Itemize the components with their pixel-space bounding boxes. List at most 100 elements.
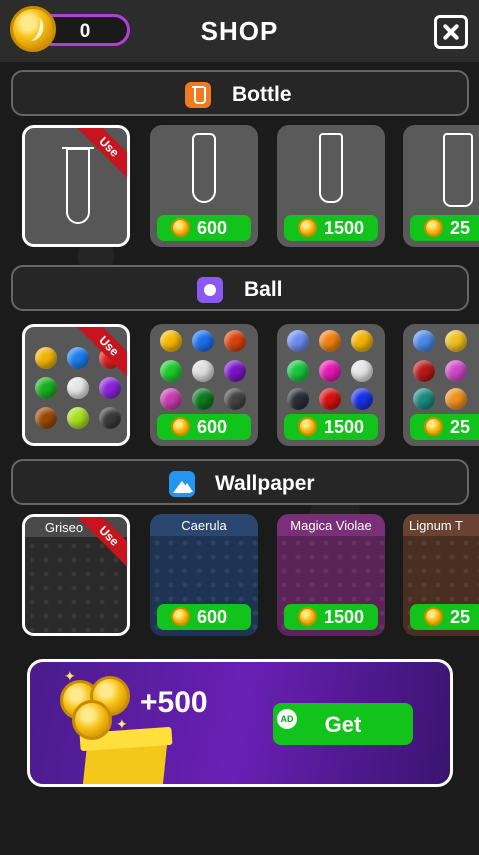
price-button[interactable]: 25 [410, 215, 479, 241]
bonus-amount: +500 [140, 686, 208, 719]
coin-icon [171, 417, 190, 436]
ball [160, 330, 182, 352]
ball [35, 347, 57, 369]
ball [99, 407, 121, 429]
coin-icon [424, 417, 443, 436]
ball [445, 330, 467, 352]
page-title: SHOP [200, 16, 279, 46]
ball [413, 388, 435, 410]
ball [445, 360, 467, 382]
price-label: 600 [197, 417, 228, 437]
ball [445, 388, 467, 410]
ball [319, 360, 341, 382]
ball [413, 360, 435, 382]
wallpaper-row: Griseo Use Caerula 600 Magica Violae 150… [0, 514, 479, 642]
bottle-item-1[interactable]: Use [22, 125, 130, 247]
price-label: 600 [197, 607, 228, 627]
ball [319, 330, 341, 352]
ball [192, 388, 214, 410]
section-label-bottle: Bottle [232, 83, 292, 106]
coin-icon [171, 607, 190, 626]
ball [192, 330, 214, 352]
coin-icon [298, 607, 317, 626]
wallpaper-item-lignum[interactable]: Lignum T 25 [403, 514, 479, 636]
price-button[interactable]: 1500 [284, 215, 378, 241]
coin-icon [72, 700, 112, 740]
price-label: 1500 [324, 417, 365, 437]
ball [287, 330, 309, 352]
price-label: 25 [450, 417, 471, 437]
ball-item-2[interactable]: 600 [150, 324, 258, 446]
wallpaper-item-magica-violae[interactable]: Magica Violae 1500 [277, 514, 385, 636]
ball-row: Use 600 1500 25 [0, 324, 479, 452]
section-label-wallpaper: Wallpaper [215, 472, 315, 495]
bottle-shape [443, 133, 473, 207]
coin-icon [171, 218, 190, 237]
ball-item-4[interactable]: 25 [403, 324, 479, 446]
ball-item-1[interactable]: Use [22, 324, 130, 446]
coin-icon [424, 607, 443, 626]
price-label: 25 [450, 607, 471, 627]
price-button[interactable]: 1500 [284, 604, 378, 630]
wallpaper-name: Lignum T [403, 514, 479, 536]
bottle-shape [319, 133, 343, 203]
ball [351, 330, 373, 352]
bottle-rim [62, 147, 94, 149]
price-button[interactable]: 25 [410, 604, 479, 630]
price-button[interactable]: 600 [157, 604, 251, 630]
get-bonus-button[interactable]: AD Get [273, 703, 413, 745]
bottle-icon [185, 82, 211, 108]
section-label-ball: Ball [244, 278, 283, 301]
price-label: 1500 [324, 607, 365, 627]
ball [224, 330, 246, 352]
section-header-wallpaper: Wallpaper [11, 459, 469, 505]
ball [99, 377, 121, 399]
price-label: 600 [197, 218, 228, 238]
ball [351, 360, 373, 382]
get-button-label: Get [324, 712, 362, 737]
ball [224, 388, 246, 410]
bottle-row: Use 600 1500 25 [0, 125, 479, 253]
ball [67, 407, 89, 429]
sparkle-icon: ✦ [116, 716, 128, 732]
bottle-shape [192, 133, 216, 203]
wallpaper-icon [169, 471, 195, 497]
ball-item-3[interactable]: 1500 [277, 324, 385, 446]
price-button[interactable]: 1500 [284, 414, 378, 440]
bottle-shape [66, 148, 90, 224]
top-bar: 0 SHOP [0, 0, 479, 62]
ball [35, 407, 57, 429]
wallpaper-name: Caerula [150, 514, 258, 536]
ball [67, 377, 89, 399]
bottle-item-4[interactable]: 25 [403, 125, 479, 247]
section-header-bottle: Bottle [11, 70, 469, 116]
ball [287, 388, 309, 410]
bottle-item-3[interactable]: 1500 [277, 125, 385, 247]
sparkle-icon: ✦ [64, 668, 76, 684]
bonus-coins-banner: ✦ ✦ +500 AD Get [27, 659, 453, 787]
coin-icon [298, 417, 317, 436]
price-button[interactable]: 25 [410, 414, 479, 440]
ball [160, 360, 182, 382]
ball [192, 360, 214, 382]
price-button[interactable]: 600 [157, 215, 251, 241]
coin-icon [298, 218, 317, 237]
price-label: 25 [450, 218, 471, 238]
ball [160, 388, 182, 410]
wallpaper-name: Magica Violae [277, 514, 385, 536]
ball [319, 388, 341, 410]
close-button[interactable] [434, 15, 468, 49]
section-header-ball: Ball [11, 265, 469, 311]
ball-icon [197, 277, 223, 303]
coin-icon [424, 218, 443, 237]
ball [35, 377, 57, 399]
ball [351, 388, 373, 410]
ball [413, 330, 435, 352]
wallpaper-item-griseo[interactable]: Griseo Use [22, 514, 130, 636]
ball [287, 360, 309, 382]
price-button[interactable]: 600 [157, 414, 251, 440]
price-label: 1500 [324, 218, 365, 238]
ball [67, 347, 89, 369]
wallpaper-item-caerula[interactable]: Caerula 600 [150, 514, 258, 636]
bottle-item-2[interactable]: 600 [150, 125, 258, 247]
